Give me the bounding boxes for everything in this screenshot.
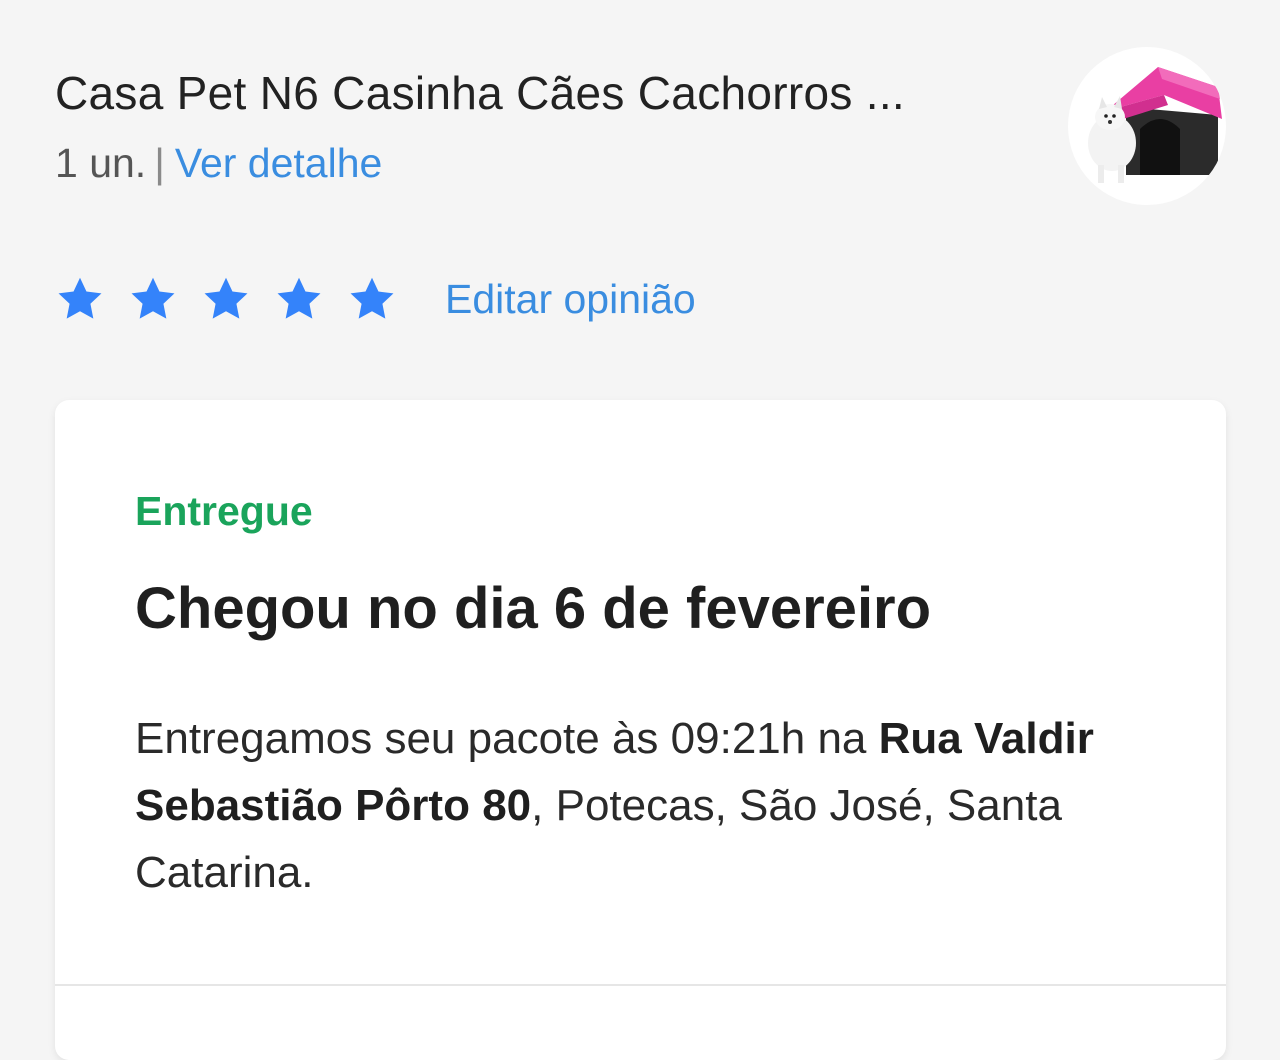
delivery-text-before: Entregamos seu pacote às 09:21h na [135,714,879,763]
dog-house-product-image [1088,67,1222,183]
star-icon[interactable] [128,274,178,324]
delivery-status: Entregue [135,488,313,534]
product-meta: 1 un. | Ver detalhe [55,140,382,187]
star-icon[interactable] [201,274,251,324]
delivery-card: Entregue Chegou no dia 6 de fevereiro En… [55,400,1226,1060]
edit-review-link[interactable]: Editar opinião [445,276,696,323]
star-icon[interactable] [55,274,105,324]
star-icon[interactable] [347,274,397,324]
delivery-description: Entregamos seu pacote às 09:21h na Rua V… [135,705,1115,906]
meta-separator: | [154,140,165,186]
divider [55,984,1226,986]
star-icon[interactable] [274,274,324,324]
rating-row: Editar opinião [55,274,696,324]
view-details-link[interactable]: Ver detalhe [175,140,382,186]
product-thumbnail[interactable] [1068,47,1226,205]
delivery-heading: Chegou no dia 6 de fevereiro [135,576,932,641]
product-title: Casa Pet N6 Casinha Cães Cachorros ... [55,67,906,119]
product-quantity: 1 un. [55,140,147,186]
